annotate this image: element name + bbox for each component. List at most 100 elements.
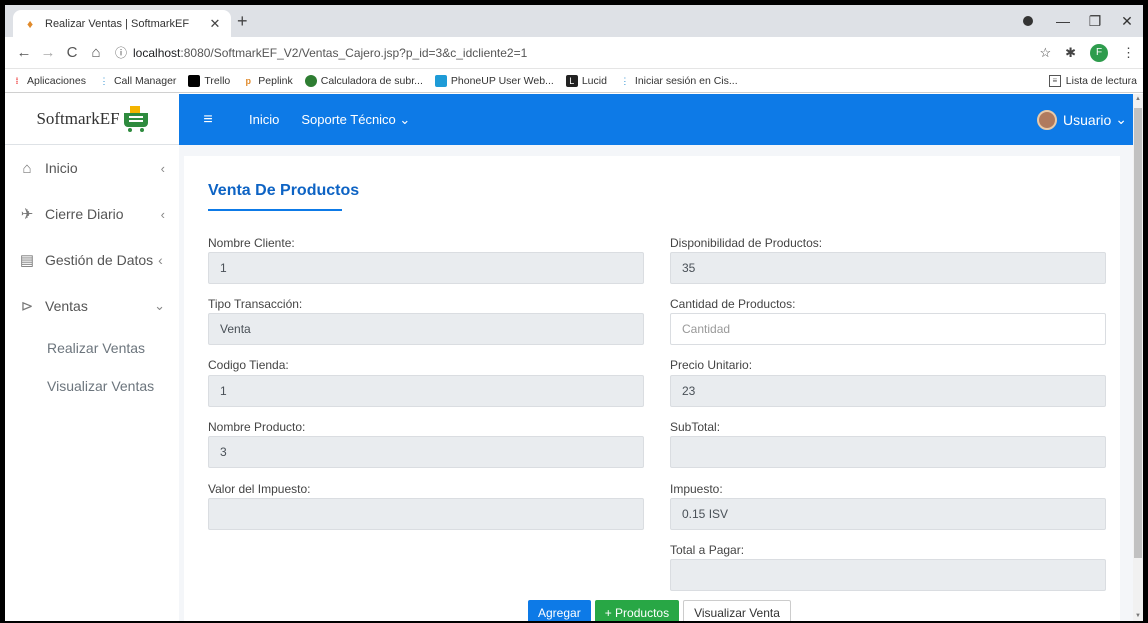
subtotal-label: SubTotal: [670, 420, 721, 434]
agregar-button[interactable]: Agregar [528, 600, 591, 621]
brand-logo[interactable]: SoftmarkEF [5, 94, 179, 145]
bookmark-lucid[interactable]: L Lucid [565, 74, 607, 87]
forward-icon[interactable]: → [37, 44, 59, 61]
sidebar-subitem-visualizar-ventas[interactable]: Visualizar Ventas [5, 367, 179, 405]
tab-title: Realizar Ventas | SoftmarkEF [45, 17, 190, 30]
total-pagar-label: Total a Pagar: [670, 543, 745, 557]
valor-impuesto-label: Valor del Impuesto: [208, 482, 311, 496]
scroll-up-icon[interactable]: ▲ [1135, 96, 1141, 102]
url-path: :8080/SoftmarkEF_V2/Ventas_Cajero.jsp?p_… [180, 45, 528, 60]
nombre-producto-field[interactable]: 3 [208, 436, 644, 468]
shopping-cart-icon [123, 106, 148, 132]
bookmark-trello[interactable]: Trello [188, 74, 230, 87]
bookmark-phoneup[interactable]: PhoneUP User Web... [434, 74, 554, 87]
subtotal-field[interactable] [670, 436, 1106, 468]
chevron-left-icon: ‹ [160, 160, 165, 176]
hamburger-icon[interactable]: ≡ [185, 111, 231, 129]
site-favicon-icon: ♦ [26, 16, 34, 31]
home-icon: ⌂ [22, 159, 32, 177]
url-host: localhost [133, 45, 181, 60]
sidebar-item-label: Inicio [45, 160, 78, 176]
reading-list[interactable]: ≡ Lista de lectura [1048, 74, 1137, 87]
home-icon[interactable]: ⌂ [85, 44, 107, 61]
codigo-tienda-label: Codigo Tienda: [208, 358, 289, 372]
peplink-icon: p [242, 74, 255, 87]
bookmark-label: Aplicaciones [27, 74, 86, 87]
window-close-icon[interactable]: ✕ [1111, 13, 1143, 30]
scroll-down-icon[interactable]: ▼ [1135, 613, 1141, 619]
chevron-down-icon: ⌄ [399, 111, 411, 127]
nombre-cliente-field[interactable]: 1 [208, 252, 644, 284]
reading-list-icon: ≡ [1048, 74, 1061, 87]
tab-strip: ♦ Realizar Ventas | SoftmarkEF ✕ + — ❐ ✕ [5, 5, 1143, 37]
bookmark-call-manager[interactable]: ⋮ Call Manager [97, 74, 177, 87]
cantidad-input[interactable]: Cantidad [670, 313, 1106, 345]
sidebar-item-gestion-datos[interactable]: ▤ Gestión de Datos ‹ [5, 237, 179, 283]
visualizar-venta-button[interactable]: Visualizar Venta [683, 600, 791, 621]
minimize-icon[interactable]: — [1047, 13, 1079, 29]
sidebar-subitem-realizar-ventas[interactable]: Realizar Ventas [5, 329, 179, 367]
cantidad-label: Cantidad de Productos: [670, 297, 796, 311]
close-tab-icon[interactable]: ✕ [207, 16, 223, 32]
total-pagar-field[interactable] [670, 559, 1106, 591]
reload-icon[interactable]: C [61, 44, 83, 61]
codigo-tienda-field[interactable]: 1 [208, 375, 644, 407]
rocket-icon: ✈ [20, 206, 34, 223]
star-icon[interactable]: ☆ [1039, 45, 1051, 61]
tipo-transaccion-field[interactable]: Venta [208, 313, 644, 345]
user-label: Usuario [1063, 111, 1112, 128]
nav-soporte-label: Soporte Técnico [301, 111, 396, 127]
extensions-icon[interactable]: ✱ [1065, 45, 1076, 61]
bookmark-apps[interactable]: ⁞ Aplicaciones [11, 74, 86, 87]
page-scrollbar[interactable]: ▲ ▼ [1133, 94, 1143, 621]
door-exit-icon: ⊳ [20, 298, 34, 315]
sidebar-item-label: Ventas [45, 298, 88, 314]
sales-form-card: Venta De Productos Nombre Cliente: 1 Tip… [184, 156, 1120, 621]
impuesto-label: Impuesto: [670, 482, 723, 496]
bookmark-calculadora[interactable]: Calculadora de subr... [304, 74, 423, 87]
sidebar-item-inicio[interactable]: ⌂ Inicio ‹ [5, 145, 179, 191]
precio-unitario-label: Precio Unitario: [670, 358, 753, 372]
scrollbar-thumb[interactable] [1134, 108, 1142, 558]
bookmark-label: PhoneUP User Web... [450, 74, 554, 87]
user-menu[interactable]: Usuario ⌄ [1037, 109, 1127, 130]
record-icon[interactable] [1023, 16, 1033, 26]
document-icon: ▤ [19, 252, 35, 269]
impuesto-field[interactable]: 0.15 ISV [670, 498, 1106, 530]
bookmark-cisco[interactable]: ⋮ Iniciar sesión en Cis... [618, 74, 738, 87]
valor-impuesto-field[interactable] [208, 498, 644, 530]
bookmark-label: Calculadora de subr... [320, 74, 423, 87]
new-tab-icon[interactable]: + [237, 11, 248, 32]
profile-avatar[interactable]: F [1090, 43, 1108, 62]
user-avatar [1037, 109, 1058, 130]
back-icon[interactable]: ← [13, 44, 35, 61]
reading-list-label: Lista de lectura [1065, 74, 1137, 87]
nombre-producto-label: Nombre Producto: [208, 420, 306, 434]
action-buttons: Agregar + Productos Visualizar Venta [528, 600, 795, 621]
apps-grid-icon: ⁞ [11, 74, 23, 87]
sidebar-item-cierre-diario[interactable]: ✈ Cierre Diario ‹ [5, 191, 179, 237]
bookmark-label: Call Manager [113, 74, 177, 87]
brand-name: SoftmarkEF [36, 109, 120, 128]
sidebar-item-ventas[interactable]: ⊳ Ventas ⌄ [5, 283, 179, 329]
lucid-icon: L [565, 74, 578, 87]
precio-unitario-field[interactable]: 23 [670, 375, 1106, 407]
calculator-icon [304, 74, 317, 87]
site-info-icon[interactable]: ⓘ [115, 44, 127, 61]
bookmark-peplink[interactable]: p Peplink [242, 74, 293, 87]
address-bar[interactable]: ⓘ localhost:8080/SoftmarkEF_V2/Ventas_Ca… [109, 41, 1025, 65]
cisco-icon: ⋮ [618, 74, 631, 87]
title-underline [208, 209, 342, 211]
tipo-transaccion-label: Tipo Transacción: [208, 297, 303, 311]
nombre-cliente-label: Nombre Cliente: [208, 236, 295, 250]
menu-kebab-icon[interactable]: ⋮ [1122, 45, 1135, 61]
add-products-button[interactable]: + Productos [594, 600, 680, 621]
maximize-icon[interactable]: ❐ [1079, 13, 1111, 30]
page-title: Venta De Productos [208, 182, 360, 199]
nav-inicio[interactable]: Inicio [249, 112, 279, 127]
window-controls: — ❐ ✕ [1009, 5, 1143, 37]
browser-tab[interactable]: ♦ Realizar Ventas | SoftmarkEF ✕ [13, 10, 231, 37]
nav-soporte-tecnico[interactable]: Soporte Técnico ⌄ [301, 112, 410, 128]
disponibilidad-field[interactable]: 35 [670, 252, 1106, 284]
trello-icon [188, 74, 201, 87]
